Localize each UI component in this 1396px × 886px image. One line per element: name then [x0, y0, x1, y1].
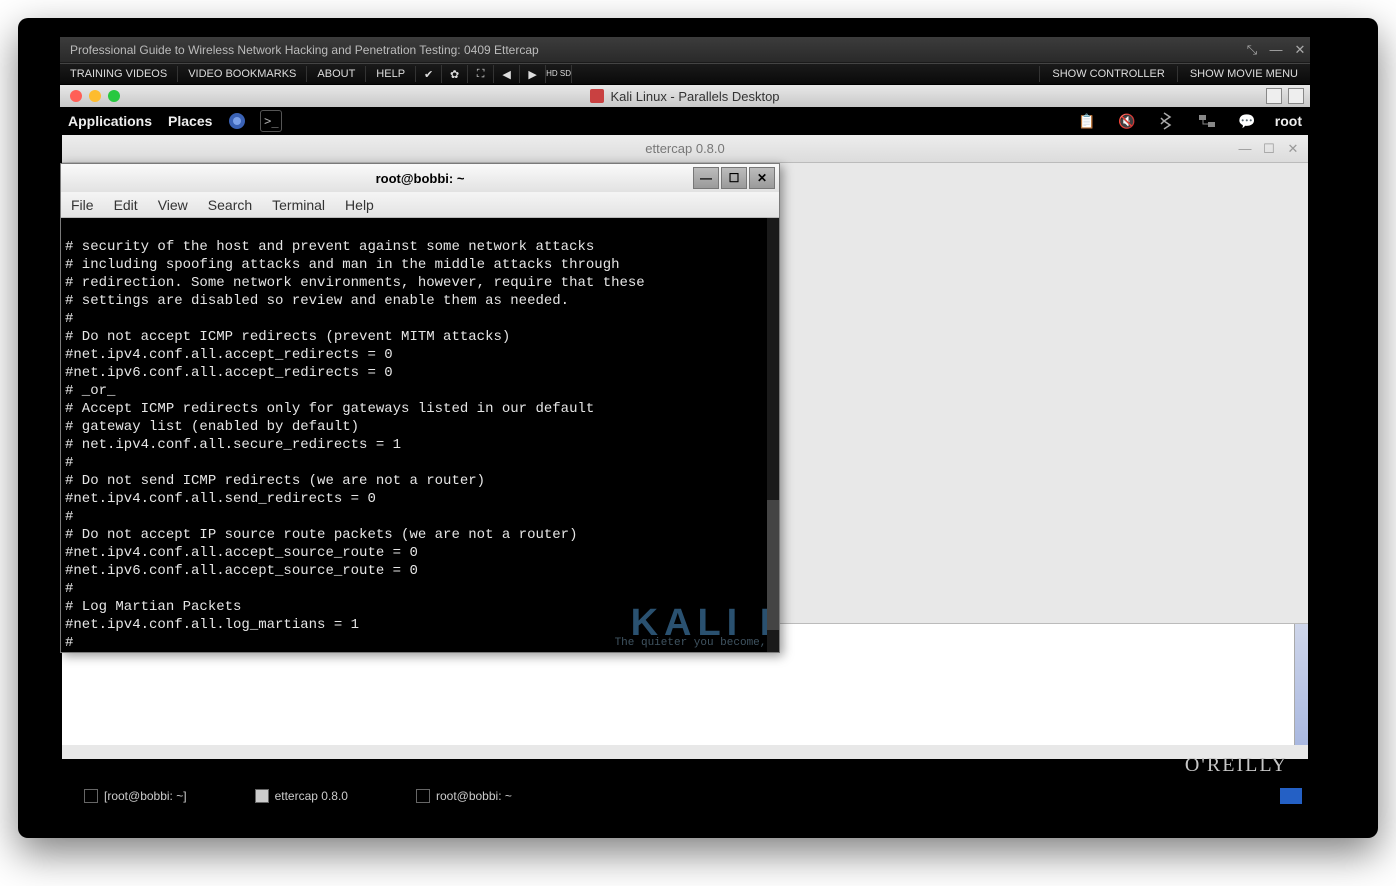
term-line: # gateway list (enabled by default): [65, 419, 359, 435]
term-line: #net.ipv4.conf.all.accept_source_route =…: [65, 545, 418, 561]
term-line: # Do not accept ICMP redirects (prevent …: [65, 329, 510, 345]
term-menu-edit[interactable]: Edit: [114, 197, 138, 213]
terminal-titlebar[interactable]: root@bobbi: ~ — ☐ ✕: [61, 164, 779, 192]
parallels-config-icon[interactable]: [1266, 88, 1282, 104]
parallels-title: Kali Linux - Parallels Desktop: [610, 89, 779, 104]
terminal-maximize-icon[interactable]: ☐: [721, 167, 747, 189]
terminal-output[interactable]: # security of the host and prevent again…: [61, 218, 779, 652]
chat-tray-icon[interactable]: 💬: [1235, 109, 1259, 133]
term-menu-search[interactable]: Search: [208, 197, 252, 213]
mac-minimize-icon[interactable]: [89, 90, 101, 102]
term-line: # net.ipv4.conf.all.secure_redirects = 1: [65, 437, 401, 453]
hdsd-toggle[interactable]: HD SD: [546, 65, 572, 83]
ettercap-titlebar[interactable]: ettercap 0.8.0 — ☐ ✕: [62, 135, 1308, 163]
term-line: #: [65, 311, 73, 327]
video-titlebar: Professional Guide to Wireless Network H…: [60, 37, 1310, 63]
ettercap-task-icon: [255, 789, 269, 803]
menu-show-controller[interactable]: SHOW CONTROLLER: [1039, 66, 1176, 82]
term-line: # Do not accept IP source route packets …: [65, 527, 577, 543]
term-menu-terminal[interactable]: Terminal: [272, 197, 325, 213]
ettercap-minimize-icon[interactable]: —: [1236, 140, 1254, 158]
ettercap-maximize-icon[interactable]: ☐: [1260, 140, 1278, 158]
term-menu-file[interactable]: File: [71, 197, 94, 213]
menu-show-movie-menu[interactable]: SHOW MOVIE MENU: [1177, 66, 1310, 82]
terminal-title: root@bobbi: ~: [376, 171, 465, 186]
terminal-task-icon: [84, 789, 98, 803]
minimize-icon[interactable]: —: [1266, 40, 1286, 60]
terminal-minimize-icon[interactable]: —: [693, 167, 719, 189]
terminal-task-icon-2: [416, 789, 430, 803]
term-line: #: [65, 455, 73, 471]
panel-places[interactable]: Places: [168, 113, 212, 129]
ettercap-title: ettercap 0.8.0: [645, 141, 725, 156]
kali-top-panel: Applications Places >_ 📋 🔇 💬 root: [60, 107, 1310, 135]
parallels-titlebar: Kali Linux - Parallels Desktop: [60, 85, 1310, 107]
video-player-window: Professional Guide to Wireless Network H…: [60, 37, 1310, 807]
panel-applications[interactable]: Applications: [68, 113, 152, 129]
menu-about[interactable]: ABOUT: [307, 66, 366, 82]
term-menu-help[interactable]: Help: [345, 197, 374, 213]
ettercap-scrollbar[interactable]: [1294, 624, 1308, 745]
parallels-app-icon: [590, 89, 604, 103]
terminal-scrollbar[interactable]: [767, 218, 779, 652]
term-line: # including spoofing attacks and man in …: [65, 257, 620, 273]
prev-icon[interactable]: ◀: [494, 65, 520, 83]
term-line: #net.ipv4.conf.all.log_martians = 1: [65, 617, 359, 633]
terminal-close-icon[interactable]: ✕: [749, 167, 775, 189]
menu-training-videos[interactable]: TRAINING VIDEOS: [60, 66, 178, 82]
taskbar-item-terminal-1[interactable]: [root@bobbi: ~]: [84, 789, 187, 803]
term-line: # redirection. Some network environments…: [65, 275, 645, 291]
term-menu-view[interactable]: View: [158, 197, 188, 213]
close-icon[interactable]: ✕: [1290, 40, 1310, 60]
term-line: # Log Martian Packets: [65, 599, 241, 615]
check-icon[interactable]: ✔: [416, 65, 442, 83]
next-icon[interactable]: ▶: [520, 65, 546, 83]
desktop: ettercap 0.8.0 — ☐ ✕ rcap root@bobbi: ~ …: [60, 135, 1310, 785]
taskbar-item-ettercap[interactable]: ettercap 0.8.0: [255, 789, 348, 803]
iceweasel-icon[interactable]: [226, 110, 248, 132]
mac-zoom-icon[interactable]: [108, 90, 120, 102]
term-line: #net.ipv6.conf.all.accept_redirects = 0: [65, 365, 393, 381]
volume-tray-icon[interactable]: 🔇: [1115, 109, 1139, 133]
terminal-window: root@bobbi: ~ — ☐ ✕ File Edit View Searc…: [60, 163, 780, 653]
term-line: #: [65, 509, 73, 525]
term-line: # Do not send ICMP redirects (we are not…: [65, 473, 485, 489]
kali-wallpaper-subtext: The quieter you become, the more y: [615, 634, 779, 652]
oreilly-watermark: O'REILLY: [1185, 754, 1288, 777]
scrawl-icon[interactable]: ⤡: [1242, 40, 1262, 60]
kali-taskbar: [root@bobbi: ~] ettercap 0.8.0 root@bobb…: [60, 785, 1310, 807]
term-line: # _or_: [65, 383, 115, 399]
menu-help[interactable]: HELP: [366, 66, 416, 82]
term-line: #net.ipv6.conf.all.accept_source_route =…: [65, 563, 418, 579]
kali-wallpaper-text: KALI LIN: [631, 614, 779, 632]
video-menubar: TRAINING VIDEOS VIDEO BOOKMARKS ABOUT HE…: [60, 63, 1310, 85]
term-line: #net.ipv4.conf.all.accept_redirects = 0: [65, 347, 393, 363]
terminal-launcher-icon[interactable]: >_: [260, 110, 282, 132]
workspace-switcher[interactable]: [1280, 788, 1302, 804]
ettercap-close-icon[interactable]: ✕: [1284, 140, 1302, 158]
bluetooth-tray-icon[interactable]: [1155, 109, 1179, 133]
term-line: #: [65, 635, 73, 651]
mac-close-icon[interactable]: [70, 90, 82, 102]
term-line: # security of the host and prevent again…: [65, 239, 594, 255]
term-line: # settings are disabled so review and en…: [65, 293, 569, 309]
term-line: # Accept ICMP redirects only for gateway…: [65, 401, 594, 417]
fullscreen-icon[interactable]: ⛶: [468, 65, 494, 83]
video-title: Professional Guide to Wireless Network H…: [70, 43, 539, 57]
terminal-menubar: File Edit View Search Terminal Help: [61, 192, 779, 218]
parallels-fullscreen-icon[interactable]: [1288, 88, 1304, 104]
network-tray-icon[interactable]: [1195, 109, 1219, 133]
taskbar-item-terminal-2[interactable]: root@bobbi: ~: [416, 789, 512, 803]
term-line: #: [65, 581, 73, 597]
panel-user[interactable]: root: [1275, 113, 1302, 129]
clipboard-tray-icon[interactable]: 📋: [1075, 109, 1099, 133]
term-line: #net.ipv4.conf.all.send_redirects = 0: [65, 491, 376, 507]
gear-icon[interactable]: ✿: [442, 65, 468, 83]
menu-video-bookmarks[interactable]: VIDEO BOOKMARKS: [178, 66, 307, 82]
